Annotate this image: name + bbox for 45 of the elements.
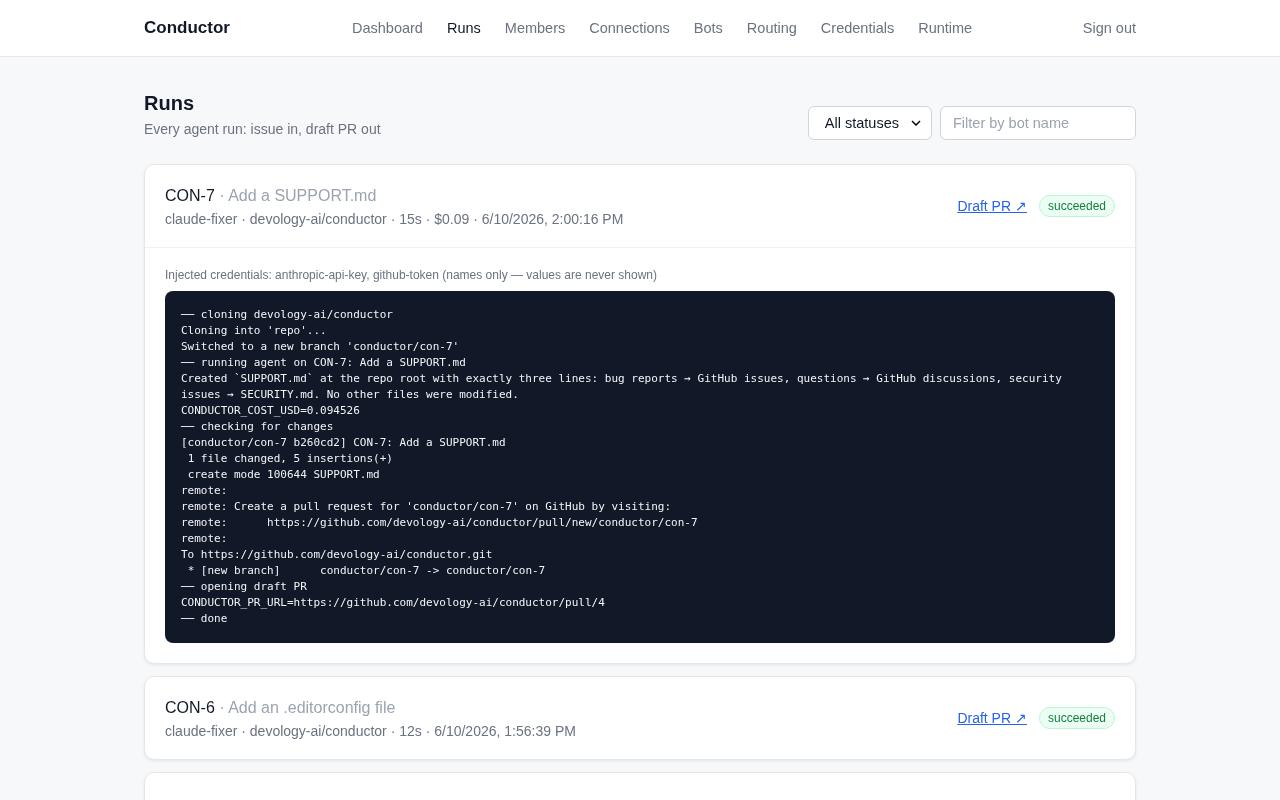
run-id: CON-7 [165, 187, 215, 204]
nav-link[interactable]: Dashboard [352, 20, 423, 36]
log-line: remote: https://github.com/devology-ai/conductor/pull/new/conductor/con-7 [181, 515, 699, 531]
log-line: * [new branch] conductor/con-7 -> conductor/con-7 [186, 563, 547, 579]
run-title: · Add a SUPPORT.md [219, 187, 377, 204]
nav-link[interactable]: Bots [693, 20, 723, 36]
run-meta: claude-fixer · devology-ai/conductor · 12s · 6/10/2026, 1:56:39 PM [165, 723, 576, 739]
log-line: remote: [181, 483, 229, 499]
brand-name: Conductor [144, 18, 231, 38]
log-line: ── opening draft PR [181, 579, 308, 595]
run-id: CON-6 [165, 699, 215, 716]
status-badge: succeeded [1038, 707, 1115, 729]
status-select[interactable]: All statuses [807, 106, 932, 140]
log-line: To https://github.com/devology-ai/conductor.git [181, 547, 494, 563]
run-title: · Add an .editorconfig file [219, 699, 396, 716]
log-line: CONDUCTOR_COST_USD=0.094526 [181, 403, 361, 419]
sign-out-link[interactable]: Sign out [1082, 20, 1136, 36]
nav-link[interactable]: Runs [446, 20, 481, 36]
run-meta: claude-fixer · devology-ai/conductor · 15s · $0.09 · 6/10/2026, 2:00:16 PM [165, 211, 624, 227]
log-line: ── cloning devology-ai/conductor [181, 307, 394, 323]
nav-link[interactable]: Runtime [918, 20, 973, 36]
credentials-note: Injected credentials: anthropic-api-key, github-token (names only — values are never shown) [165, 268, 659, 282]
chevron-icon [911, 120, 921, 126]
log-line: ── done [181, 611, 229, 627]
log-line: ── checking for changes [181, 419, 335, 435]
log-line: ── running agent on CON-7: Add a SUPPORT.md [181, 355, 467, 371]
status-badge: succeeded [1038, 195, 1115, 217]
log-line: [conductor/con-7 b260cd2] CON-7: Add a SUPPORT.md [181, 435, 507, 451]
bot-filter-field[interactable]: Filter by bot name [940, 106, 1136, 140]
draft-pr-link[interactable]: Draft PR ↗ [957, 198, 1027, 214]
nav-link[interactable]: Members [504, 20, 566, 36]
nav-link[interactable]: Routing [746, 20, 797, 36]
nav-link[interactable]: Credentials [820, 20, 895, 36]
log-line: CONDUCTOR_PR_URL=https://github.com/devology-ai/conductor/pull/4 [181, 595, 606, 611]
log-line: remote: Create a pull request for 'conductor/con-7' on GitHub by visiting: [181, 499, 673, 515]
draft-pr-link[interactable]: Draft PR ↗ [957, 710, 1027, 726]
log-line: Switched to a new branch 'conductor/con-7' [181, 339, 461, 355]
log-line: Created `SUPPORT.md` at the repo root with exactly three lines: bug reports → GitHub issues, questions → GitHub discussions, security issues → SECURITY.md. No other files were modified. [181, 371, 1063, 403]
page-title: Runs [144, 91, 195, 115]
log-line: Cloning into 'repo'... [181, 323, 328, 339]
nav-link[interactable]: Connections [589, 20, 670, 36]
page-subtitle: Every agent run: issue in, draft PR out [144, 121, 381, 137]
log-line: 1 file changed, 5 insertions(+) [186, 451, 394, 467]
log-line: remote: [181, 531, 229, 547]
log-line: create mode 100644 SUPPORT.md [186, 467, 381, 483]
